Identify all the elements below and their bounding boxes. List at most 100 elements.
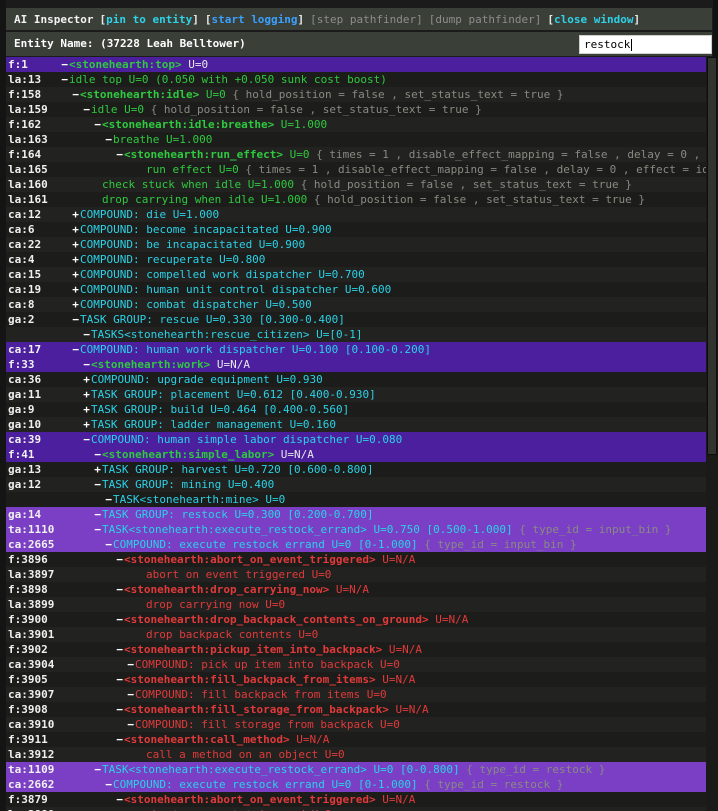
collapse-icon[interactable]: − — [115, 552, 124, 567]
tree-row[interactable]: −TASKS<stonehearth:rescue_citizen> U=[0-… — [6, 327, 706, 342]
tree-row[interactable]: ca:39 −COMPOUND: human simple labor dispa… — [6, 432, 706, 447]
expand-icon[interactable]: + — [71, 282, 80, 297]
tree-row[interactable]: f:3908 −<stonehearth:fill_storage_from_ba… — [6, 702, 706, 717]
expand-icon[interactable]: + — [93, 462, 102, 477]
tree-row[interactable]: ca:2662 −COMPOUND: execute restock errand… — [6, 777, 706, 792]
scrollbar-thumb[interactable] — [707, 57, 717, 455]
tree-row[interactable]: f:162 −<stonehearth:idle:breathe> U=1.000 — [6, 117, 706, 132]
tree-row[interactable]: ga:11 +TASK GROUP: placement U=0.612 [0.4… — [6, 387, 706, 402]
collapse-icon[interactable]: − — [115, 612, 124, 627]
collapse-icon[interactable]: − — [104, 132, 113, 147]
tree-row[interactable]: la:161 drop carrying when idle U=1.000 { … — [6, 192, 706, 207]
tree-row[interactable]: ca:6 +COMPOUND: become incapacitated U=0.… — [6, 222, 706, 237]
expand-icon[interactable]: + — [71, 222, 80, 237]
collapse-icon[interactable]: − — [115, 672, 124, 687]
tree-row[interactable]: ca:19 +COMPOUND: human unit control dispa… — [6, 282, 706, 297]
tree-row[interactable]: la:160 check stuck when idle U=1.000 { ho… — [6, 177, 706, 192]
collapse-icon[interactable]: − — [82, 327, 91, 342]
collapse-icon[interactable]: − — [93, 522, 102, 537]
tree-row[interactable]: f:33 −<stonehearth:work> U=N/A — [6, 357, 706, 372]
tree-row[interactable]: la:3880abort on event triggered U=0 — [6, 807, 706, 811]
expand-icon[interactable]: + — [82, 372, 91, 387]
expand-icon[interactable]: + — [71, 297, 80, 312]
tree-row[interactable]: f:41 −<stonehearth:simple_labor> U=N/A — [6, 447, 706, 462]
collapse-icon[interactable]: − — [126, 657, 135, 672]
titlebar-action-close-window[interactable]: [close window] — [547, 13, 640, 26]
collapse-icon[interactable]: − — [82, 102, 91, 117]
tree-row[interactable]: ca:3904 −COMPOUND: pick up item into back… — [6, 657, 706, 672]
collapse-icon[interactable]: − — [104, 777, 113, 792]
tree-row[interactable]: ga:2 −TASK GROUP: rescue U=0.330 [0.300-0… — [6, 312, 706, 327]
tree-row[interactable]: ca:3907 −COMPOUND: fill backpack from ite… — [6, 687, 706, 702]
tree-row[interactable]: ca:3910 −COMPOUND: fill storage from back… — [6, 717, 706, 732]
collapse-icon[interactable]: − — [82, 357, 91, 372]
collapse-icon[interactable]: − — [115, 147, 124, 162]
tree-row[interactable]: la:3912 call a method on an object U=0 — [6, 747, 706, 762]
collapse-icon[interactable]: − — [93, 507, 102, 522]
expand-icon[interactable]: + — [71, 252, 80, 267]
collapse-icon[interactable]: − — [93, 447, 102, 462]
expand-icon[interactable]: + — [71, 237, 80, 252]
collapse-icon[interactable]: − — [104, 537, 113, 552]
collapse-icon[interactable]: − — [82, 432, 91, 447]
tree-row[interactable]: −TASK<stonehearth:mine> U=0 — [6, 492, 706, 507]
tree-row[interactable]: f:3900 −<stonehearth:drop_backpack_conten… — [6, 612, 706, 627]
collapse-icon[interactable]: − — [115, 792, 124, 807]
tree-row[interactable]: f:3905 −<stonehearth:fill_backpack_from_i… — [6, 672, 706, 687]
collapse-icon[interactable]: − — [126, 687, 135, 702]
tree-row[interactable]: la:163 −breathe U=1.000 — [6, 132, 706, 147]
tree-row[interactable]: ga:13 +TASK GROUP: harvest U=0.720 [0.600… — [6, 462, 706, 477]
tree-row[interactable]: ca:17 −COMPOUND: human work dispatcher U=… — [6, 342, 706, 357]
tree-row[interactable]: la:3901 drop backpack contents U=0 — [6, 627, 706, 642]
collapse-icon[interactable]: − — [93, 117, 102, 132]
tree-row[interactable]: ca:4 +COMPOUND: recuperate U=0.800 — [6, 252, 706, 267]
expand-icon[interactable]: + — [82, 387, 91, 402]
collapse-icon[interactable]: − — [93, 762, 102, 777]
titlebar-action-start-logging[interactable]: [start logging] — [205, 13, 304, 26]
collapse-icon[interactable]: − — [71, 87, 80, 102]
tree-row[interactable]: la:3899 drop carrying now U=0 — [6, 597, 706, 612]
expand-icon[interactable]: + — [71, 207, 80, 222]
tree-row[interactable]: ca:22 +COMPOUND: be incapacitated U=0.900 — [6, 237, 706, 252]
tree-row[interactable]: ta:1109 −TASK<stonehearth:execute_restock… — [6, 762, 706, 777]
expand-icon[interactable]: + — [82, 402, 91, 417]
tree-row[interactable]: f:164 −<stonehearth:run_effect> U=0 { tim… — [6, 147, 706, 162]
tree-row[interactable]: la:165 run effect U=0 { times = 1 , disab… — [6, 162, 706, 177]
collapse-icon[interactable]: − — [115, 582, 124, 597]
tree-row[interactable]: f:158 −<stonehearth:idle> U=0 { hold_posi… — [6, 87, 706, 102]
tree-row[interactable]: la:159 −idle U=0 { hold_position = false … — [6, 102, 706, 117]
tree-row[interactable]: f:3911 −<stonehearth:call_method> U=N/A — [6, 732, 706, 747]
tree-row[interactable]: ga:10 +TASK GROUP: ladder management U=0.… — [6, 417, 706, 432]
tree-row[interactable]: f:3902 −<stonehearth:pickup_item_into_bac… — [6, 642, 706, 657]
tree-row[interactable]: ga:12 −TASK GROUP: mining U=0.400 — [6, 477, 706, 492]
collapse-icon[interactable]: − — [93, 477, 102, 492]
tree-row[interactable]: ta:1110 −TASK<stonehearth:execute_restock… — [6, 522, 706, 537]
collapse-icon[interactable]: − — [115, 732, 124, 747]
collapse-icon[interactable]: − — [60, 57, 69, 72]
collapse-icon[interactable]: − — [126, 717, 135, 732]
expand-icon[interactable]: + — [82, 417, 91, 432]
collapse-icon[interactable]: − — [60, 72, 69, 87]
tree-row[interactable]: ca:36 +COMPOUND: upgrade equipment U=0.93… — [6, 372, 706, 387]
tree-row[interactable]: la:13 −idle top U=0 (0.050 with +0.050 su… — [6, 72, 706, 87]
tree-row[interactable]: ga:14 −TASK GROUP: restock U=0.300 [0.200… — [6, 507, 706, 522]
tree-row[interactable]: ca:8 +COMPOUND: combat dispatcher U=0.500 — [6, 297, 706, 312]
collapse-icon[interactable]: − — [71, 312, 80, 327]
collapse-icon[interactable]: − — [115, 642, 124, 657]
tree-row[interactable]: f:3896 −<stonehearth:abort_on_event_trigg… — [6, 552, 706, 567]
tree-row[interactable]: f:3879 −<stonehearth:abort_on_event_trigg… — [6, 792, 706, 807]
collapse-icon[interactable]: − — [115, 702, 124, 717]
tree-row[interactable]: ga:9 +TASK GROUP: build U=0.464 [0.400-0.… — [6, 402, 706, 417]
tree-row[interactable]: f:3898 −<stonehearth:drop_carrying_now> U… — [6, 582, 706, 597]
search-input[interactable]: restock — [579, 35, 712, 54]
titlebar-action-pin-to-entity[interactable]: [pin to entity] — [99, 13, 198, 26]
tree-row[interactable]: ca:15 +COMPOUND: compelled work dispatche… — [6, 267, 706, 282]
tree-row[interactable]: ca:2665 −COMPOUND: execute restock errand… — [6, 537, 706, 552]
collapse-icon[interactable]: − — [71, 342, 80, 357]
tree-row[interactable]: f:1 −<stonehearth:top> U=0 — [6, 57, 706, 72]
expand-icon[interactable]: + — [71, 267, 80, 282]
behavior-tree-list[interactable]: f:1 −<stonehearth:top> U=0 la:13 −idle top … — [6, 57, 706, 811]
collapse-icon[interactable]: − — [104, 492, 113, 507]
tree-row[interactable]: la:3897 abort on event triggered U=0 — [6, 567, 706, 582]
tree-row[interactable]: ca:12 +COMPOUND: die U=1.000 — [6, 207, 706, 222]
